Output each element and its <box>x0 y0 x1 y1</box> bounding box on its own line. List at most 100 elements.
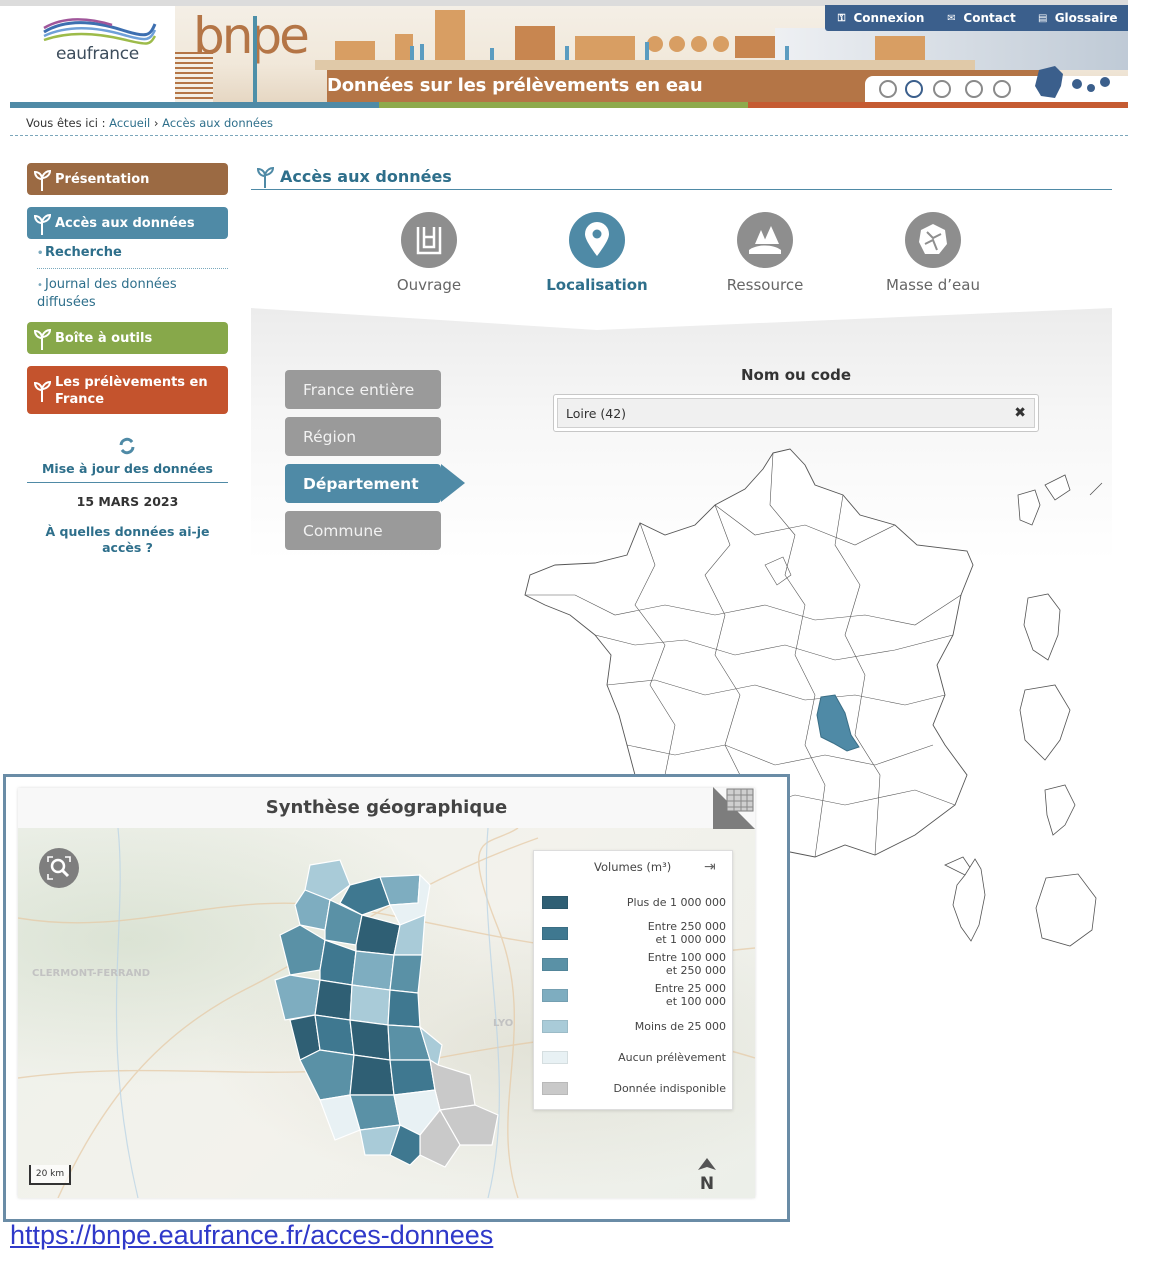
legend-label-line: et 250 000 <box>665 964 726 977</box>
page-title-divider <box>251 189 1112 190</box>
sprout-icon <box>33 169 51 191</box>
scale-bar: 20 km <box>29 1165 71 1185</box>
sidebar-item-presentation[interactable]: Présentation <box>27 163 228 195</box>
search-label: Nom ou code <box>740 366 852 384</box>
legend-item: Entre 100 000 et 250 000 <box>542 950 726 978</box>
legend-label: Moins de 25 000 <box>634 1019 726 1033</box>
key-icon: ⚿ <box>837 12 846 24</box>
theme-world-icon[interactable] <box>965 80 983 98</box>
search-value: Loire (42) <box>566 405 627 421</box>
north-arrow-icon: N <box>698 1158 716 1192</box>
legend-swatch <box>542 988 568 1002</box>
search-field[interactable]: Loire (42) ✖ <box>553 394 1039 432</box>
mode-ressource[interactable]: Ressource <box>690 212 840 294</box>
legend-label: Entre 100 000 et 250 000 <box>648 951 726 977</box>
page-title: Accès aux données <box>256 164 452 188</box>
mode-localisation[interactable]: Localisation <box>522 212 672 294</box>
sidebar-item-boite-outils[interactable]: Boîte à outils <box>27 322 228 354</box>
level-departement-label: Département <box>303 474 419 493</box>
mode-masse-eau-label: Masse d’eau <box>886 276 980 294</box>
masse-eau-icon <box>905 212 961 268</box>
banner-title: Données sur les prélèvements en eau <box>327 75 703 96</box>
theme-network-icon[interactable] <box>905 80 923 98</box>
breadcrumb: Vous êtes ici : Accueil › Accès aux donn… <box>26 116 273 130</box>
legend-label: Entre 250 000 et 1 000 000 <box>648 920 726 946</box>
legend-swatch <box>542 1050 568 1064</box>
reunion-map <box>1035 873 1097 947</box>
level-departement-button[interactable]: Département <box>285 464 441 503</box>
level-region-button[interactable]: Région <box>285 417 441 456</box>
bullet-icon: • <box>37 280 43 291</box>
level-commune-button[interactable]: Commune <box>285 511 441 550</box>
sidebar-item-prelevements-france[interactable]: Les prélèvements en France <box>27 366 228 414</box>
header-color-bar <box>10 102 1128 108</box>
sprout-icon <box>256 166 274 188</box>
guadeloupe-map <box>1017 474 1103 526</box>
table-view-icon[interactable] <box>713 787 755 829</box>
eaufrance-wordmark: eaufrance <box>56 44 139 64</box>
glossaire-link[interactable]: ▤ Glossaire <box>1037 11 1118 25</box>
clear-icon[interactable]: ✖ <box>1014 405 1026 421</box>
level-france-label: France entière <box>303 380 415 399</box>
envelope-icon: ✉ <box>947 12 956 24</box>
breadcrumb-home-link[interactable]: Accueil <box>109 116 150 130</box>
legend-swatch <box>542 957 568 971</box>
contact-label: Contact <box>963 11 1016 25</box>
glossaire-label: Glossaire <box>1054 11 1118 25</box>
sidebar-subitem-recherche[interactable]: • Recherche <box>37 245 122 260</box>
legend-swatch <box>542 926 568 940</box>
legend-label: Entre 25 000 et 100 000 <box>655 982 726 1008</box>
active-level-arrow <box>441 464 465 502</box>
mode-masse-eau[interactable]: Masse d’eau <box>858 212 1008 294</box>
breadcrumb-divider <box>10 135 1128 136</box>
connexion-link[interactable]: ⚿ Connexion <box>836 11 925 25</box>
theme-help-icon[interactable] <box>933 80 951 98</box>
mayotte-map <box>1044 784 1076 836</box>
north-label: N <box>700 1174 714 1192</box>
legend-label-line: Entre 25 000 <box>654 982 726 995</box>
breadcrumb-current[interactable]: Accès aux données <box>162 116 273 130</box>
contact-link[interactable]: ✉ Contact <box>945 11 1015 25</box>
sprout-icon <box>33 380 51 402</box>
source-url-link[interactable]: https://bnpe.eaufrance.fr/acces-donnees <box>10 1220 493 1251</box>
sidebar-subitem-journal[interactable]: • Journal des données diffusées <box>37 276 217 311</box>
ouvrage-icon <box>401 212 457 268</box>
legend-item: Moins de 25 000 <box>542 1012 726 1040</box>
sidebar-label-acces: Accès aux données <box>55 215 195 231</box>
legend-label: Aucun prélèvement <box>618 1050 726 1064</box>
legend-label-line: et 100 000 <box>665 995 726 1008</box>
map-pin-icon <box>569 212 625 268</box>
sidebar-divider <box>37 268 228 269</box>
breadcrumb-separator: › <box>153 116 159 130</box>
bnpe-logo-text: bnpe <box>193 7 310 65</box>
mise-a-jour-date: 15 MARS 2023 <box>76 494 179 509</box>
legend-label: Plus de 1 000 000 <box>626 895 726 909</box>
selector-notch <box>251 308 1112 330</box>
sidebar-label-prelevements: Les prélèvements en France <box>55 375 208 407</box>
banner-theme-icons <box>865 66 1128 102</box>
eaufrance-logo[interactable]: eaufrance <box>28 10 168 90</box>
connexion-label: Connexion <box>853 11 925 25</box>
legend-swatch <box>542 1081 568 1095</box>
legend-swatch <box>542 895 568 909</box>
theme-globe-icon[interactable] <box>879 80 897 98</box>
zoom-search-icon <box>47 856 71 880</box>
collapse-legend-icon[interactable]: ⇥ <box>704 859 716 875</box>
legend-label: Donnée indisponible <box>613 1081 726 1095</box>
france-dom-logo-icon <box>1035 66 1110 98</box>
level-france-entiere-button[interactable]: France entière <box>285 370 441 409</box>
bnpe-logo[interactable]: bnpe <box>193 11 310 102</box>
sidebar-item-acces-donnees[interactable]: Accès aux données <box>27 207 228 239</box>
donnees-acces-link[interactable]: À quelles données ai-je accès ? <box>27 524 228 556</box>
search-selected-tag[interactable]: Loire (42) ✖ <box>557 398 1035 428</box>
eaufrance-waves-icon <box>43 18 157 45</box>
recherche-label: Recherche <box>45 245 122 260</box>
legend-item: Plus de 1 000 000 <box>542 888 726 916</box>
mode-ouvrage[interactable]: Ouvrage <box>354 212 504 294</box>
theme-compass-icon[interactable] <box>993 80 1011 98</box>
zoom-extent-button[interactable] <box>39 848 79 888</box>
legend-item: Entre 250 000 et 1 000 000 <box>542 919 726 947</box>
mise-a-jour-title: Mise à jour des données <box>41 461 213 476</box>
basemap-town-label: CLERMONT-FERRAND <box>32 968 151 979</box>
loire-communes-choropleth[interactable] <box>270 855 510 1175</box>
